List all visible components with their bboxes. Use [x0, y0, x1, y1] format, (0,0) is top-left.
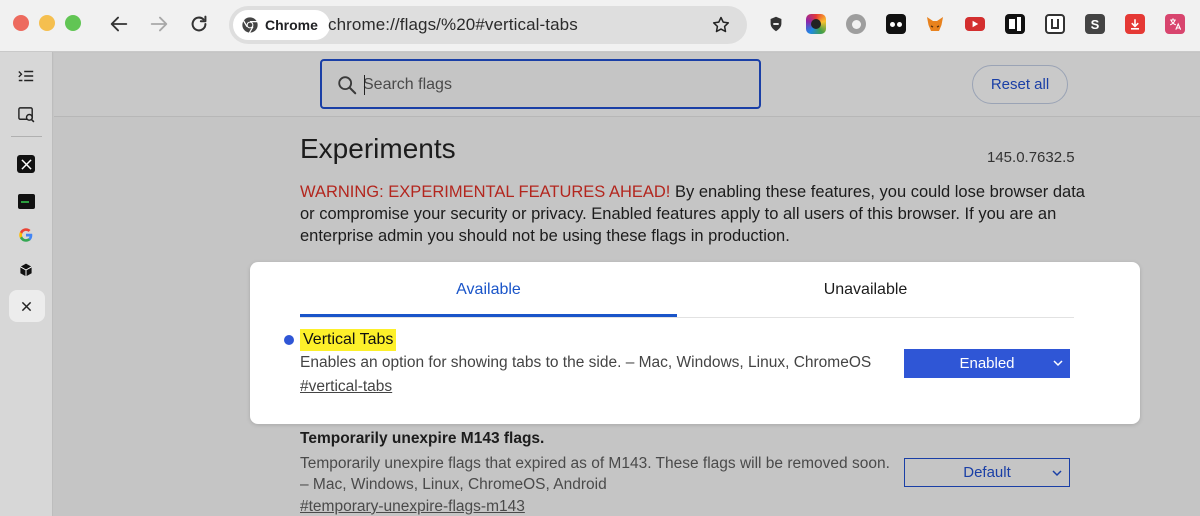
circle-icon[interactable]: [846, 14, 866, 34]
close-icon[interactable]: [16, 296, 36, 316]
flag-state-value: Enabled: [959, 355, 1015, 372]
flag-permalink[interactable]: #vertical-tabs: [300, 378, 392, 396]
u-icon[interactable]: [1045, 14, 1065, 34]
tab-unavailable[interactable]: Unavailable: [677, 279, 1054, 317]
download-icon[interactable]: [1125, 14, 1145, 34]
version-label: 145.0.7632.5: [987, 149, 1075, 166]
flags-card: Available Unavailable Vertical Tabs Enab…: [250, 262, 1140, 424]
cube-icon[interactable]: [16, 260, 36, 280]
search-box[interactable]: [320, 59, 761, 109]
n-icon[interactable]: [1005, 14, 1025, 34]
flag-description: Enables an option for showing tabs to th…: [300, 354, 872, 371]
vertical-tab-strip: [0, 52, 53, 516]
dots-icon[interactable]: [886, 14, 906, 34]
warning-text: WARNING: EXPERIMENTAL FEATURES AHEAD! By…: [300, 181, 1090, 247]
reset-all-button[interactable]: Reset all: [972, 65, 1068, 104]
reload-button[interactable]: [188, 13, 210, 35]
shield-icon[interactable]: [766, 14, 786, 34]
youtube-icon[interactable]: [965, 17, 985, 31]
forward-arrow-icon: [150, 16, 168, 32]
close-window-button[interactable]: [13, 15, 29, 31]
tab-available[interactable]: Available: [300, 279, 677, 317]
forward-button[interactable]: [148, 13, 170, 35]
flag-state-value: Default: [963, 464, 1011, 481]
search-tabs-icon[interactable]: [16, 104, 36, 124]
chevron-down-icon: [1053, 360, 1063, 367]
flags-page: Reset all Experiments 145.0.7632.5 WARNI…: [54, 53, 1200, 516]
terminal-icon[interactable]: [16, 191, 36, 211]
chrome-logo-icon: [242, 17, 258, 34]
google-icon[interactable]: [16, 225, 36, 245]
flag-title: Vertical Tabs: [300, 329, 397, 351]
search-input[interactable]: [363, 74, 743, 96]
tab-strip-divider: [11, 136, 42, 137]
page-title: Experiments: [300, 133, 456, 164]
flag-permalink[interactable]: #temporary-unexpire-flags-m143: [300, 498, 525, 516]
translate-icon[interactable]: [1165, 14, 1185, 34]
modified-indicator-dot: [284, 335, 294, 345]
colorwheel-icon[interactable]: [806, 14, 826, 34]
tab-divider: [300, 317, 1074, 318]
text-caret: [364, 75, 365, 95]
flag-state-select[interactable]: Default: [904, 458, 1070, 487]
site-chip[interactable]: Chrome: [233, 10, 330, 40]
maximize-window-button[interactable]: [65, 15, 81, 31]
bookmark-star-icon[interactable]: [711, 15, 731, 35]
site-chip-label: Chrome: [265, 17, 318, 33]
back-arrow-icon: [110, 16, 128, 32]
collapse-icon[interactable]: [16, 66, 36, 86]
flag-state-select[interactable]: Enabled: [904, 349, 1070, 378]
minimize-window-button[interactable]: [39, 15, 55, 31]
reload-icon: [191, 15, 207, 32]
back-button[interactable]: [108, 13, 130, 35]
s-icon-letter: S: [1090, 16, 1100, 32]
warning-prefix: WARNING: EXPERIMENTAL FEATURES AHEAD!: [300, 183, 671, 201]
s-icon[interactable]: S: [1085, 14, 1105, 34]
flag-description: Temporarily unexpire flags that expired …: [300, 455, 890, 493]
chevron-down-icon: [1052, 470, 1062, 477]
omnibox[interactable]: Chrome chrome://flags/%20#vertical-tabs: [229, 6, 747, 44]
fox-icon[interactable]: [925, 14, 945, 34]
search-icon: [338, 76, 357, 95]
browser-toolbar: Chrome chrome://flags/%20#vertical-tabs …: [0, 0, 1200, 52]
url-text[interactable]: chrome://flags/%20#vertical-tabs: [328, 15, 578, 35]
flag-title: Temporarily unexpire M143 flags.: [300, 430, 545, 447]
x-logo-icon[interactable]: [16, 154, 36, 174]
search-header: Reset all: [54, 53, 1200, 117]
